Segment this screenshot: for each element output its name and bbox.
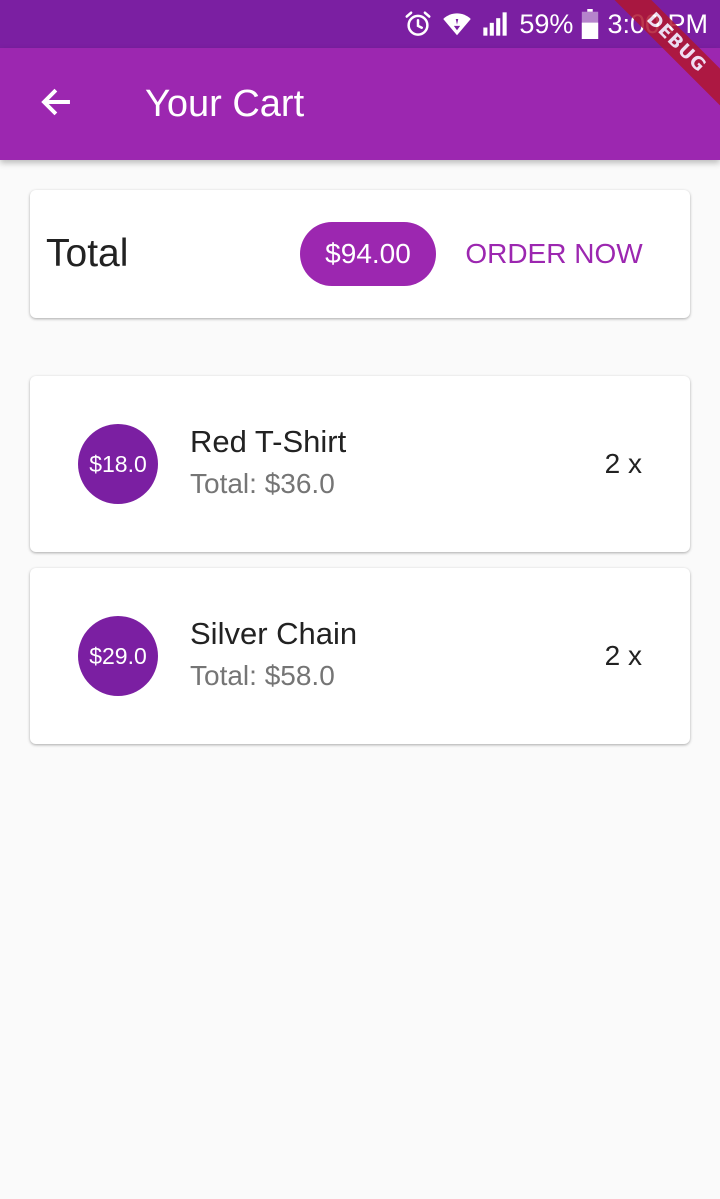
alarm-icon [403, 9, 433, 39]
item-price-avatar: $29.0 [78, 616, 158, 696]
item-price-avatar: $18.0 [78, 424, 158, 504]
item-quantity: 2 x [604, 448, 642, 479]
total-label: Total [46, 232, 129, 275]
status-time: 3:00 PM [607, 8, 708, 39]
app-bar: Your Cart [0, 48, 720, 160]
page-title: Your Cart [145, 83, 305, 125]
signal-icon [481, 9, 509, 39]
battery-icon [581, 9, 599, 39]
battery-percent: 59% [519, 8, 574, 39]
arrow-back-icon [38, 84, 74, 125]
order-now-button[interactable]: ORDER NOW [452, 222, 656, 286]
total-amount-chip: $94.00 [300, 222, 436, 286]
item-total: Total: $58.0 [190, 660, 335, 691]
item-total: Total: $36.0 [190, 468, 335, 499]
status-icons: 59% 3:00 PM [403, 0, 708, 48]
status-bar: 59% 3:00 PM [0, 0, 720, 48]
cart-item[interactable]: $18.0 Red T-Shirt Total: $36.0 2 x [30, 376, 690, 552]
cart-item[interactable]: $29.0 Silver Chain Total: $58.0 2 x [30, 568, 690, 744]
back-button[interactable] [24, 72, 88, 136]
wifi-icon [441, 9, 473, 39]
total-card: Total $94.00 ORDER NOW [30, 190, 690, 318]
item-title: Red T-Shirt [190, 424, 347, 459]
item-quantity: 2 x [604, 640, 642, 671]
item-title: Silver Chain [190, 616, 358, 651]
